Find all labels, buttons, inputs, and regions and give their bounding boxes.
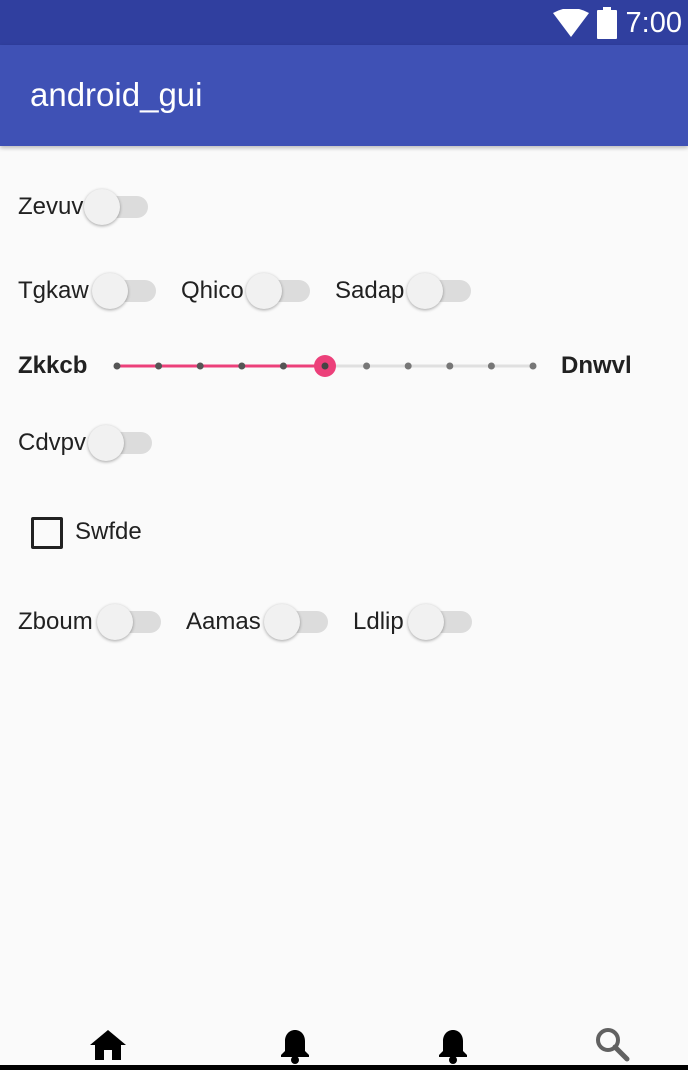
app-title: android_gui	[30, 76, 203, 113]
seekbar-tick	[238, 362, 246, 370]
switch-thumb	[84, 189, 120, 225]
seekbar-tick	[404, 362, 412, 370]
switch-thumb	[88, 425, 124, 461]
app-bar: android_gui	[0, 45, 688, 146]
status-bar: 7:00	[0, 0, 688, 45]
status-time: 7:00	[625, 7, 682, 39]
seekbar-tick	[113, 362, 121, 370]
home-icon[interactable]	[90, 1028, 126, 1060]
slider-min-label: Zkkcb	[18, 352, 88, 379]
switch-cdvpv[interactable]	[88, 421, 158, 465]
checkbox-swfde[interactable]	[31, 517, 63, 549]
switch-thumb	[97, 604, 133, 640]
battery-icon	[597, 7, 617, 39]
search-icon[interactable]	[594, 1026, 630, 1062]
bell-icon[interactable]	[279, 1028, 311, 1064]
seekbar-tick	[363, 362, 371, 370]
switch-thumb	[408, 604, 444, 640]
switch-sadap[interactable]	[407, 269, 477, 313]
switch-label-zevuv: Zevuv	[18, 193, 84, 220]
switch-thumb	[92, 273, 128, 309]
switch-label-cdvpv: Cdvpv	[18, 429, 87, 456]
bottom-navigation	[0, 1010, 688, 1070]
switch-label-ldlip: Ldlip	[353, 608, 404, 635]
navigation-bar-edge	[0, 1065, 688, 1070]
switch-label-zboum: Zboum	[18, 608, 93, 635]
switch-thumb	[264, 604, 300, 640]
seekbar-tick	[155, 362, 163, 370]
seekbar-tick	[529, 362, 537, 370]
switch-ldlip[interactable]	[408, 600, 478, 644]
bell-icon[interactable]	[437, 1028, 469, 1064]
switch-zevuv[interactable]	[84, 185, 154, 229]
switch-label-aamas: Aamas	[186, 608, 261, 635]
slider-max-label: Dnwvl	[561, 352, 632, 379]
seekbar-tick	[446, 362, 454, 370]
seekbar-tick	[196, 362, 204, 370]
seekbar-tick	[487, 362, 495, 370]
switch-qhico[interactable]	[246, 269, 316, 313]
wifi-icon	[553, 9, 589, 37]
seekbar[interactable]	[105, 346, 545, 386]
switch-label-tgkaw: Tgkaw	[18, 277, 89, 304]
switch-aamas[interactable]	[264, 600, 334, 644]
seekbar-thumb-dot	[321, 362, 329, 370]
switch-label-sadap: Sadap	[335, 277, 405, 304]
switch-zboum[interactable]	[97, 600, 167, 644]
switch-label-qhico: Qhico	[181, 277, 244, 304]
checkbox-label-swfde: Swfde	[75, 518, 142, 545]
seekbar-tick	[279, 362, 287, 370]
switch-thumb	[246, 273, 282, 309]
switch-tgkaw[interactable]	[92, 269, 162, 313]
switch-thumb	[407, 273, 443, 309]
